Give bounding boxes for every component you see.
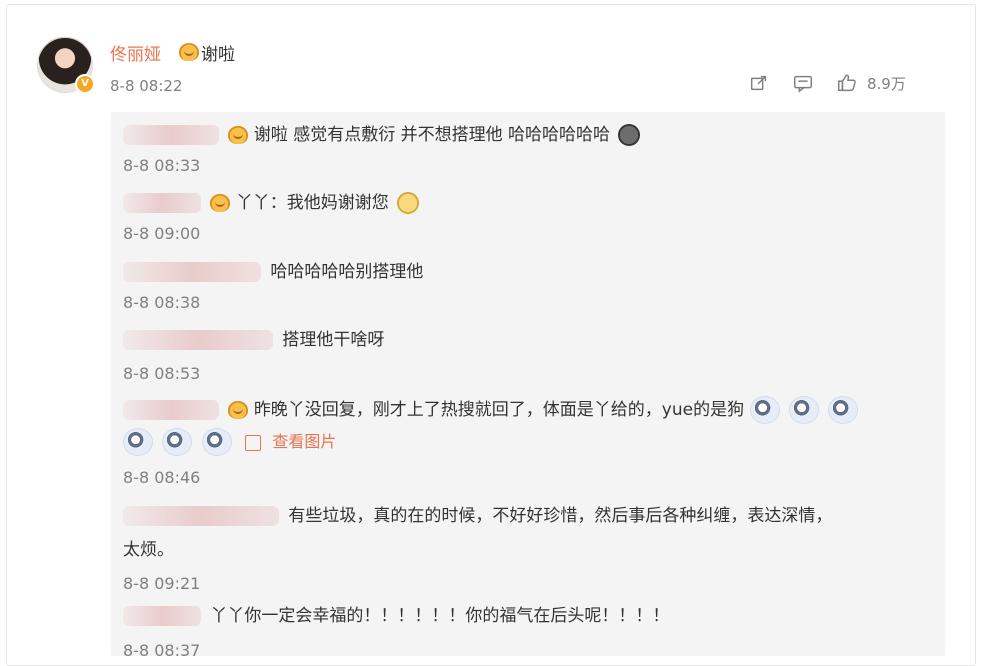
comment-text: 太烦。 [123,540,174,560]
blurred-username [123,606,201,626]
author-name[interactable]: 佟丽娅 [110,40,161,65]
heart-face-icon [210,194,231,212]
comment-time: 8-8 09:21 [123,574,201,593]
heart-face-icon [228,401,249,419]
blurred-username [123,330,273,350]
comment-item: 丫丫：我他妈谢谢您 [123,188,923,218]
like-count: 8.9万 [867,74,906,93]
sticker-icon [162,428,193,456]
view-picture-label: 查看图片 [272,432,337,451]
heart-face-icon [228,126,249,144]
comment-item: 有些垃圾，真的在的时候，不好好珍惜，然后事后各种纠缠，表达深情， [123,501,923,531]
comment-text: 有些垃圾，真的在的时候，不好好珍惜，然后事后各种纠缠，表达深情， [288,506,833,526]
laugh-emoji-icon [618,124,641,146]
comment-item-continuation: 太烦。 [123,535,923,565]
picture-icon [245,434,262,451]
share-action[interactable] [747,71,771,95]
comment-item: 丫丫你一定会幸福的！！！！！！你的福气在后头呢！！！！ [123,601,923,631]
comment-item: 谢啦 感觉有点敷衍 并不想搭理他 哈哈哈哈哈哈 [123,120,923,150]
author-reply-text: 谢啦 [201,44,235,65]
comment-item: 哈哈哈哈哈别搭理他 [123,257,923,287]
comment-item: 搭理他干啥呀 [123,325,923,355]
sticker-icon [123,428,153,456]
comment-text: 哈哈哈哈哈别搭理他 [270,262,424,282]
post-time: 8-8 08:22 [110,77,183,95]
heart-face-icon [179,43,199,61]
comment-thread: 谢啦 感觉有点敷衍 并不想搭理他 哈哈哈哈哈哈 8-8 08:33 丫丫：我他妈… [111,112,945,656]
blurred-username [123,400,219,420]
author-row: 佟丽娅 谢啦 [110,40,235,65]
blurred-username [123,125,219,145]
share-icon[interactable] [747,71,771,95]
blurred-username [123,262,261,282]
comment-time: 8-8 08:37 [123,641,201,656]
weibo-card: V 佟丽娅 谢啦 8-8 08:22 8.9万 谢啦 感觉有点敷衍 并不想搭理他… [6,4,976,666]
blurred-username [123,193,201,213]
like-action[interactable]: 8.9万 [835,71,906,95]
comment-text: 丫丫你一定会幸福的！！！！！！你的福气在后头呢！！！！ [210,606,670,626]
avatar[interactable]: V [37,37,95,94]
comment-item: 昨晚丫没回复，刚才上了热搜就回了，体面是丫给的，yue的是狗 [123,395,923,425]
verified-badge-icon: V [75,74,95,94]
smile-emoji-icon [397,192,420,214]
sticker-icon [749,396,780,424]
comment-icon[interactable] [791,71,815,95]
comment-text: 丫丫：我他妈谢谢您 [235,193,389,213]
comment-time: 8-8 08:46 [123,468,201,487]
comment-time: 8-8 08:38 [123,293,201,312]
sticker-icon [828,396,859,424]
comment-text: 昨晚丫没回复，刚才上了热搜就回了，体面是丫给的，yue的是狗 [253,400,745,420]
blurred-username [123,506,279,526]
comment-text: 搭理他干啥呀 [282,330,385,350]
sticker-icon [788,396,819,424]
comment-time: 8-8 08:33 [123,156,201,175]
thumb-icon[interactable] [835,71,859,95]
post-actions: 8.9万 [747,71,906,95]
sticker-icon [201,428,232,456]
comment-time: 8-8 09:00 [123,224,201,243]
comment-action[interactable] [791,71,815,95]
comment-stickers-row: 查看图片 [123,427,923,457]
view-picture-link[interactable]: 查看图片 [245,432,336,451]
comment-text: 谢啦 感觉有点敷衍 并不想搭理他 哈哈哈哈哈哈 [253,125,611,145]
comment-time: 8-8 08:53 [123,364,201,383]
